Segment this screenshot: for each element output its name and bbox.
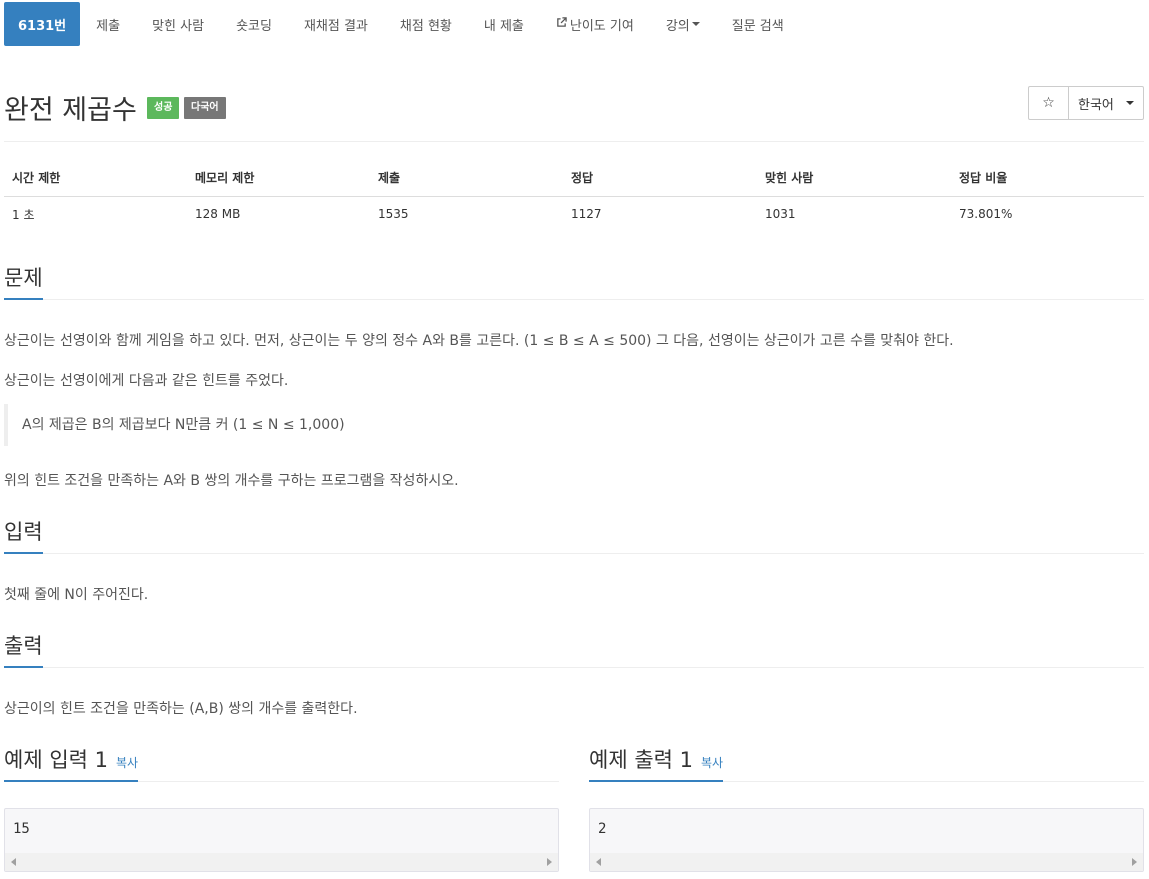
problem-description: 상근이는 선영이와 함께 게임을 하고 있다. 먼저, 상근이는 두 양의 정수… bbox=[4, 333, 954, 349]
nav-label: 채점 현황 bbox=[399, 18, 452, 34]
table-header: 맞힌 사람 bbox=[757, 160, 951, 197]
scroll-right-icon[interactable] bbox=[1132, 858, 1137, 866]
star-icon: ☆ bbox=[1042, 95, 1055, 111]
solved-users-cell: 1031 bbox=[765, 207, 796, 222]
nav-label: 난이도 기여 bbox=[569, 18, 634, 34]
sample-output-box[interactable]: 2 bbox=[589, 808, 1144, 872]
problem-hint-intro: 상근이는 선영이에게 다음과 같은 힌트를 주었다. bbox=[4, 373, 289, 389]
sample-input-box[interactable]: 15 bbox=[4, 808, 559, 872]
sample-output-title: 예제 출력 1 bbox=[589, 748, 693, 772]
problem-task: 위의 힌트 조건을 만족하는 A와 B 쌍의 개수를 구하는 프로그램을 작성하… bbox=[4, 473, 459, 489]
table-header-row: 시간 제한 메모리 제한 제출 정답 맞힌 사람 정답 비율 bbox=[4, 160, 1144, 197]
nav-label: 6131번 bbox=[18, 18, 67, 34]
output-section-header: 출력 bbox=[4, 632, 1144, 668]
horizontal-scrollbar[interactable] bbox=[5, 853, 558, 871]
nav-problem-number[interactable]: 6131번 bbox=[4, 2, 81, 46]
horizontal-scrollbar[interactable] bbox=[590, 853, 1143, 871]
accepted-cell: 1127 bbox=[571, 207, 602, 222]
problem-header: 완전 제곱수 성공 다국어 ☆ 한국어 bbox=[4, 86, 1144, 142]
nav-label: 재채점 결과 bbox=[303, 18, 368, 34]
nav-label: 맞힌 사람 bbox=[152, 18, 205, 34]
table-header: 제출 bbox=[370, 160, 563, 197]
table-header: 메모리 제한 bbox=[187, 160, 370, 197]
problem-section-header: 문제 bbox=[4, 264, 1144, 300]
nav-label: 강의 bbox=[665, 18, 690, 34]
memory-limit-cell: 128 MB bbox=[195, 207, 241, 222]
language-label: 한국어 bbox=[1078, 97, 1114, 113]
nav-lectures-dropdown[interactable]: 강의 bbox=[650, 2, 716, 46]
sample-output-header: 예제 출력 1 복사 bbox=[589, 746, 1144, 782]
external-link-icon bbox=[556, 17, 567, 31]
multilang-badge: 다국어 bbox=[184, 97, 226, 119]
nav-label: 제출 bbox=[96, 18, 121, 34]
table-header: 정답 bbox=[563, 160, 757, 197]
sample-output-heading: 예제 출력 1 복사 bbox=[589, 746, 724, 782]
time-limit-cell: 1 초 bbox=[12, 207, 35, 222]
hint-blockquote: A의 제곱은 B의 제곱보다 N만큼 커 (1 ≤ N ≤ 1,000) bbox=[4, 404, 604, 446]
accept-ratio-cell: 73.801% bbox=[959, 207, 1013, 222]
output-heading: 출력 bbox=[4, 632, 43, 668]
nav-label: 내 제출 bbox=[483, 18, 524, 34]
table-header: 시간 제한 bbox=[4, 160, 187, 197]
problem-title: 완전 제곱수 bbox=[4, 95, 137, 126]
scroll-left-icon[interactable] bbox=[596, 858, 601, 866]
input-description: 첫째 줄에 N이 주어진다. bbox=[4, 587, 149, 603]
nav-my-submissions[interactable]: 내 제출 bbox=[468, 2, 540, 46]
input-heading: 입력 bbox=[4, 518, 43, 554]
nav-rejudge-results[interactable]: 재채점 결과 bbox=[288, 2, 384, 46]
sample-output-text: 2 bbox=[598, 821, 607, 837]
nav-label: 숏코딩 bbox=[236, 18, 272, 34]
sample-input-text: 15 bbox=[13, 821, 30, 837]
sample-input-title: 예제 입력 1 bbox=[4, 748, 108, 772]
nav-submit[interactable]: 제출 bbox=[80, 2, 136, 46]
nav-label: 질문 검색 bbox=[731, 18, 784, 34]
copy-sample-output-button[interactable]: 복사 bbox=[701, 756, 723, 770]
success-badge: 성공 bbox=[147, 97, 180, 119]
sample-input-heading: 예제 입력 1 복사 bbox=[4, 746, 139, 782]
nav-short-coding[interactable]: 숏코딩 bbox=[220, 2, 288, 46]
output-description: 상근이의 힌트 조건을 만족하는 (A,B) 쌍의 개수를 출력한다. bbox=[4, 701, 358, 717]
sample-input-header: 예제 입력 1 복사 bbox=[4, 746, 559, 782]
input-section-header: 입력 bbox=[4, 518, 1144, 554]
language-dropdown[interactable]: 한국어 bbox=[1069, 87, 1143, 119]
caret-down-icon bbox=[1125, 101, 1134, 105]
nav-question-search[interactable]: 질문 검색 bbox=[716, 2, 800, 46]
favorite-star-button[interactable]: ☆ bbox=[1029, 87, 1069, 119]
problem-info-table: 시간 제한 메모리 제한 제출 정답 맞힌 사람 정답 비율 1 초 128 M… bbox=[4, 160, 1144, 232]
caret-down-icon bbox=[691, 22, 700, 26]
nav-solved-users[interactable]: 맞힌 사람 bbox=[136, 2, 220, 46]
table-header: 정답 비율 bbox=[951, 160, 1144, 197]
submissions-cell: 1535 bbox=[378, 207, 409, 222]
nav-judge-status[interactable]: 채점 현황 bbox=[384, 2, 468, 46]
nav-difficulty-contribution[interactable]: 난이도 기여 bbox=[540, 2, 650, 46]
problem-nav: 6131번 제출 맞힌 사람 숏코딩 재채점 결과 채점 현황 내 제출 난이도… bbox=[4, 2, 800, 46]
scroll-right-icon[interactable] bbox=[547, 858, 552, 866]
copy-sample-input-button[interactable]: 복사 bbox=[116, 756, 138, 770]
problem-heading: 문제 bbox=[4, 264, 43, 300]
problem-actions: ☆ 한국어 bbox=[1028, 86, 1144, 120]
scroll-left-icon[interactable] bbox=[11, 858, 16, 866]
table-row: 1 초 128 MB 1535 1127 1031 73.801% bbox=[4, 196, 1144, 232]
